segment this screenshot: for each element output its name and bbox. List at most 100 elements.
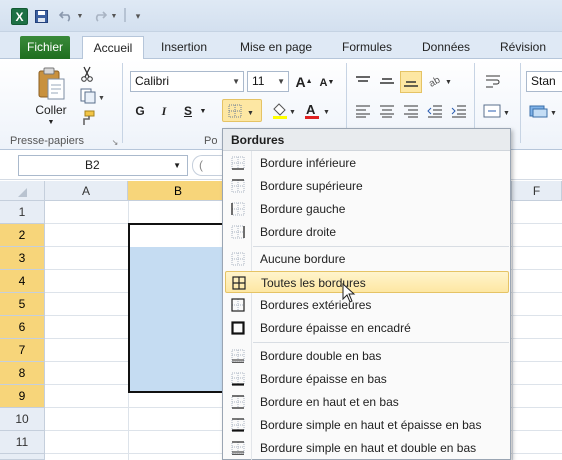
column-header-f[interactable]: F (512, 181, 562, 201)
grow-font-button[interactable]: A ▲ (295, 71, 313, 92)
underline-dropdown-icon[interactable]: ▼ (198, 103, 208, 119)
selected-range-b2-b9[interactable] (128, 223, 229, 393)
number-format-value: Stan (531, 74, 556, 88)
row-header-8[interactable]: 8 (0, 362, 45, 385)
italic-button[interactable]: I (156, 101, 172, 121)
undo-icon[interactable] (58, 8, 74, 24)
underline-button[interactable]: S (180, 101, 196, 121)
menu-item-bordure-epaisse-encadre[interactable]: Bordure épaisse en encadré (225, 317, 509, 339)
tab-accueil[interactable]: Accueil (82, 36, 144, 60)
font-group-label: Po (204, 135, 218, 147)
top-double-bottom-border-icon (231, 441, 245, 455)
column-header-b[interactable]: B (128, 181, 229, 201)
format-painter-icon[interactable] (78, 109, 96, 127)
font-size-combo[interactable]: 11 ▼ (247, 71, 289, 92)
increase-indent-icon[interactable] (448, 101, 470, 121)
border-top-icon (231, 179, 245, 193)
row-header-2[interactable]: 2 (0, 224, 45, 247)
font-color-icon[interactable]: A ▼ (302, 99, 332, 122)
menu-item-bordure-gauche[interactable]: Bordure gauche (225, 198, 509, 220)
border-bottom-icon (231, 156, 245, 170)
row-header-5[interactable]: 5 (0, 293, 45, 316)
select-all-triangle-icon (18, 188, 27, 197)
align-right-icon[interactable] (400, 101, 422, 121)
tab-insertion[interactable]: Insertion (153, 36, 215, 59)
row-header-12[interactable]: 12 (0, 454, 45, 460)
shrink-font-button[interactable]: A ▼ (318, 73, 336, 92)
bold-button[interactable]: G (132, 101, 148, 121)
fill-color-icon[interactable]: ▼ (270, 99, 298, 122)
svg-text:ab: ab (428, 74, 443, 88)
tab-mise-en-page[interactable]: Mise en page (232, 36, 320, 59)
grow-font-arrow-icon: ▲ (305, 78, 313, 85)
excel-logo-icon: X (11, 8, 28, 25)
font-size-value: 11 (252, 74, 265, 88)
tab-formules[interactable]: Formules (334, 36, 400, 59)
paste-dropdown-icon[interactable]: ▼ (44, 117, 58, 127)
menu-title: Bordures (223, 129, 510, 151)
mouse-pointer-icon (342, 283, 356, 303)
align-top-icon[interactable] (352, 71, 374, 91)
align-left-icon[interactable] (352, 101, 374, 121)
menu-item-bordure-droite[interactable]: Bordure droite (225, 221, 509, 243)
menu-item-bordure-inferieure[interactable]: Bordure inférieure (225, 152, 509, 174)
tab-fichier[interactable]: Fichier (20, 36, 70, 59)
orientation-icon[interactable]: ab ▼ (426, 71, 454, 91)
font-size-dropdown-icon[interactable]: ▼ (277, 72, 285, 91)
save-icon[interactable] (34, 8, 48, 24)
align-middle-icon[interactable] (376, 71, 398, 91)
merge-center-icon[interactable]: ▼ (482, 101, 512, 121)
undo-dropdown-icon[interactable]: ▼ (76, 8, 84, 24)
thick-box-border-icon (231, 321, 245, 335)
menu-item-bordure-haut-bas[interactable]: Bordure en haut et en bas (225, 391, 509, 413)
row-header-7[interactable]: 7 (0, 339, 45, 362)
row-header-6[interactable]: 6 (0, 316, 45, 339)
paste-button[interactable] (34, 65, 68, 103)
row-header-4[interactable]: 4 (0, 270, 45, 293)
number-format-combo[interactable]: Stan (526, 71, 562, 92)
redo-icon[interactable] (92, 8, 108, 24)
select-all-corner[interactable] (0, 181, 45, 201)
redo-dropdown-icon[interactable]: ▼ (110, 8, 118, 24)
row-header-10[interactable]: 10 (0, 408, 45, 431)
align-center-icon[interactable] (376, 101, 398, 121)
title-bar: X ▼ ▼ ▾ (0, 0, 562, 32)
currency-format-icon[interactable]: ▼ (528, 101, 558, 121)
group-separator (520, 63, 521, 143)
row-header-9[interactable]: 9 (0, 385, 45, 408)
menu-item-aucune-bordure[interactable]: Aucune bordure (225, 248, 509, 270)
decrease-indent-icon[interactable] (424, 101, 446, 121)
menu-item-bordures-exterieures[interactable]: Bordures extérieures (225, 294, 509, 316)
menu-item-label: Bordure épaisse en bas (260, 372, 387, 386)
ribbon-tabs: Fichier Accueil Insertion Mise en page F… (0, 32, 562, 60)
menu-item-bordure-superieure[interactable]: Bordure supérieure (225, 175, 509, 197)
row-header-11[interactable]: 11 (0, 431, 45, 454)
copy-icon[interactable]: ▼ (78, 87, 106, 105)
active-cell-b2[interactable] (128, 223, 229, 247)
menu-item-toutes-les-bordures[interactable]: Toutes les bordures (225, 271, 509, 293)
menu-item-bordure-epaisse-bas[interactable]: Bordure épaisse en bas (225, 368, 509, 390)
clipboard-launcher-icon[interactable]: ↘ (110, 137, 120, 147)
borders-button[interactable]: ▼ (222, 99, 262, 122)
menu-item-bordure-simple-haut-epaisse-bas[interactable]: Bordure simple en haut et épaisse en bas (225, 414, 509, 436)
all-borders-icon (232, 276, 246, 290)
font-name-combo[interactable]: Calibri ▼ (130, 71, 244, 92)
svg-text:▼: ▼ (445, 79, 452, 86)
clipboard-group-label: Presse-papiers (10, 135, 84, 147)
menu-item-bordure-simple-haut-double-bas[interactable]: Bordure simple en haut et double en bas (225, 437, 509, 459)
customize-toolbar-icon[interactable]: ▾ (132, 8, 144, 24)
name-box-dropdown-icon[interactable]: ▼ (173, 156, 181, 175)
tab-revision[interactable]: Révision (492, 36, 554, 59)
menu-item-bordure-double-bas[interactable]: Bordure double en bas (225, 345, 509, 367)
wrap-text-icon[interactable] (482, 71, 504, 91)
font-name-dropdown-icon[interactable]: ▼ (232, 72, 240, 91)
formula-expand-handle[interactable]: ( (192, 155, 222, 176)
row-header-3[interactable]: 3 (0, 247, 45, 270)
name-box[interactable]: B2 ▼ (18, 155, 188, 176)
tab-donnees[interactable]: Données (414, 36, 478, 59)
row-header-1[interactable]: 1 (0, 201, 45, 224)
align-bottom-icon[interactable] (400, 71, 422, 93)
cut-icon[interactable] (78, 65, 96, 83)
column-header-a[interactable]: A (45, 181, 128, 201)
paste-label[interactable]: Coller (34, 103, 68, 117)
